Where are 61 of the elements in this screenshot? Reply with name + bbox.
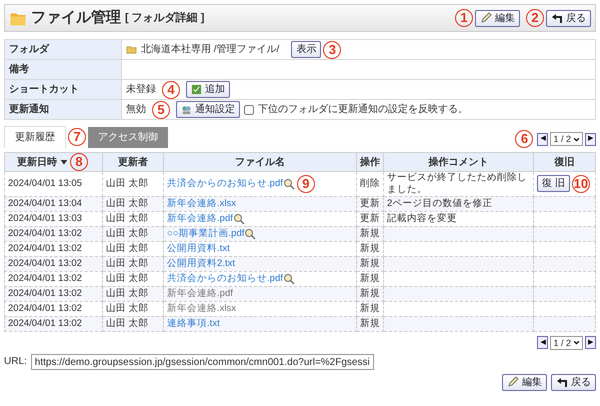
file-link[interactable]: 共済会からのお知らせ.pdf bbox=[167, 178, 283, 190]
table-cell: 新規 bbox=[356, 256, 384, 272]
column-header: 復旧 bbox=[554, 156, 574, 170]
table-cell: 新規 bbox=[356, 316, 384, 332]
back-button[interactable]: 戻る bbox=[546, 10, 591, 26]
shortcut-status: 未登録 bbox=[126, 82, 156, 97]
table-cell: 2024/04/01 13:02 bbox=[4, 226, 102, 242]
back-button[interactable]: 戻る bbox=[551, 374, 596, 391]
callout-number: 9 bbox=[296, 174, 315, 193]
url-field[interactable]: https://demo.groupsession.jp/gsession/common/cmn001.do?url=%2Fgsessi bbox=[30, 354, 374, 370]
callout-number: 4 bbox=[162, 80, 180, 98]
table-cell: サービスが終了したため削除しました。 bbox=[387, 172, 527, 195]
url-label: URL: bbox=[4, 355, 27, 370]
page-select[interactable]: 1 / 2 bbox=[550, 132, 583, 146]
tab[interactable]: アクセス制御 bbox=[88, 127, 168, 148]
table-cell: 山田 太郎 bbox=[102, 226, 164, 242]
table-cell: 記載内容を変更 bbox=[387, 212, 457, 224]
table-cell: 2024/04/01 13:02 bbox=[4, 316, 102, 332]
notify-settings-button[interactable]: 通知設定 bbox=[176, 101, 240, 118]
table-cell: 山田 太郎 bbox=[102, 316, 164, 332]
notify-status: 無効 bbox=[126, 102, 146, 117]
column-header: 更新者 bbox=[118, 155, 148, 170]
callout-number: 6 bbox=[515, 130, 534, 148]
table-cell: 新規 bbox=[356, 226, 384, 242]
add-button[interactable]: 追加 bbox=[186, 81, 230, 98]
callout-number: 3 bbox=[323, 40, 342, 58]
tab[interactable]: 更新履歴 bbox=[4, 126, 66, 148]
callout-number: 2 bbox=[526, 9, 544, 27]
table-cell: 2024/04/01 13:04 bbox=[4, 196, 102, 212]
folder-path: 北海道本社専用 /管理ファイル/ bbox=[141, 42, 280, 57]
callout-number: 5 bbox=[152, 100, 170, 118]
table-cell: 2ページ目の数値を修正 bbox=[387, 198, 492, 209]
table-cell: 山田 太郎 bbox=[102, 256, 164, 272]
file-name: 新年会連絡.xlsx bbox=[167, 302, 236, 315]
table-cell: 2024/04/01 13:02 bbox=[4, 256, 102, 272]
field-label: 備考 bbox=[4, 60, 122, 80]
table-cell: 新規 bbox=[356, 286, 384, 302]
field-label: フォルダ bbox=[4, 40, 122, 60]
callout-number: 1 bbox=[455, 9, 473, 27]
table-cell: 山田 太郎 bbox=[102, 196, 164, 212]
column-header: 操作コメント bbox=[428, 156, 488, 170]
show-button[interactable]: 表示 bbox=[291, 41, 322, 58]
restore-button[interactable]: 復 旧 bbox=[537, 175, 570, 192]
checkbox-label: 下位のフォルダに更新通知の設定を反映する。 bbox=[258, 102, 468, 117]
callout-number: 10 bbox=[572, 174, 590, 193]
page-title: ファイル管理 bbox=[31, 8, 121, 28]
edit-button[interactable]: 編集 bbox=[502, 374, 547, 391]
field-label: ショートカット bbox=[4, 80, 122, 100]
table-cell: 2024/04/01 13:02 bbox=[4, 286, 102, 302]
table-cell: 山田 太郎 bbox=[102, 286, 164, 302]
field-label: 更新通知 bbox=[4, 100, 122, 120]
callout-number: 7 bbox=[68, 128, 86, 146]
column-header[interactable]: 更新日時 bbox=[17, 154, 57, 170]
page-subtitle: [ フォルダ詳細 ] bbox=[125, 10, 204, 26]
callout-number: 8 bbox=[70, 153, 88, 171]
column-header: 操作 bbox=[360, 156, 380, 170]
file-name: 新年会連絡.pdf bbox=[167, 288, 233, 300]
table-cell: 更新 bbox=[356, 196, 384, 212]
edit-button[interactable]: 編集 bbox=[475, 10, 520, 26]
column-header: ファイル名 bbox=[235, 156, 286, 170]
page-select[interactable]: 1 / 2 bbox=[550, 336, 583, 350]
